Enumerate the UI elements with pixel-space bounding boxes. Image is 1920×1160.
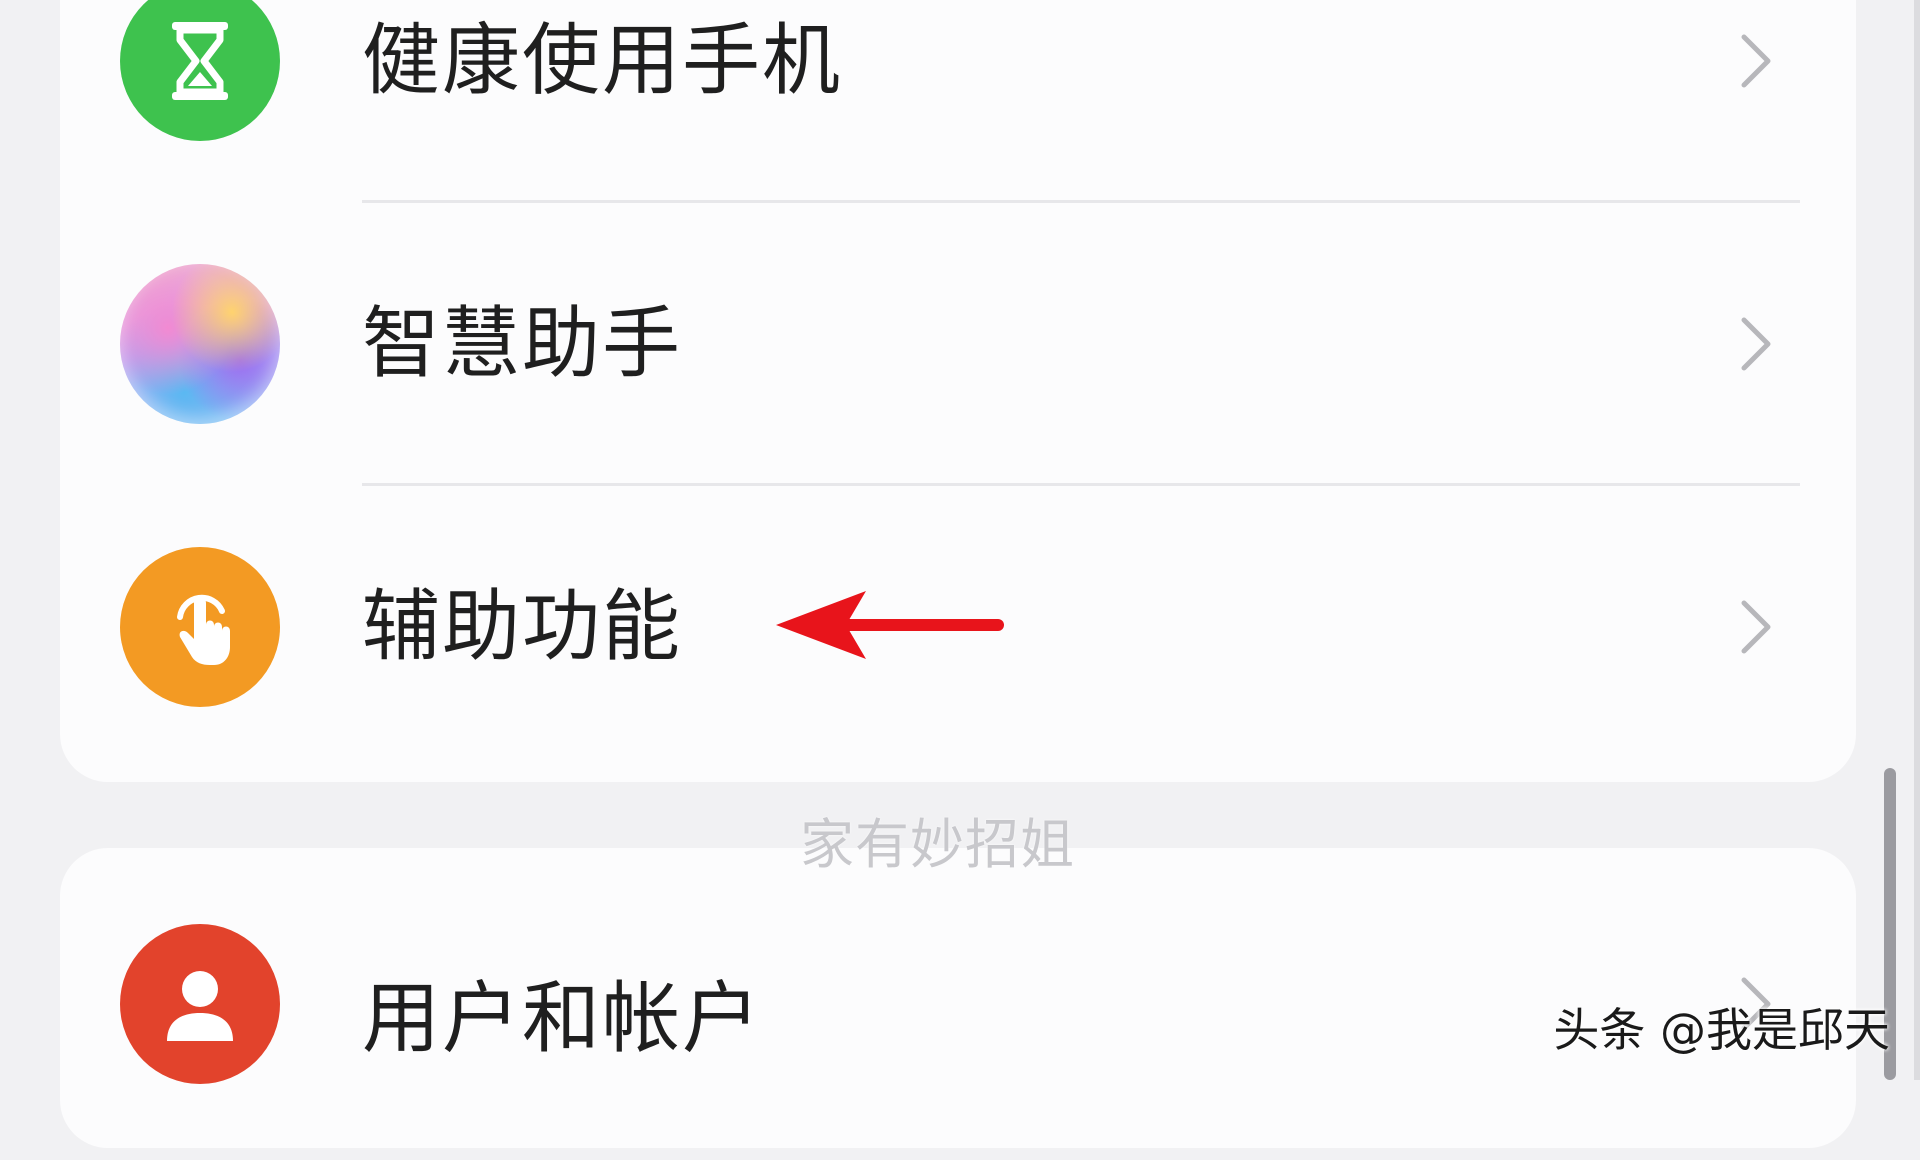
settings-item-users-accounts[interactable]: 用户和帐户	[60, 848, 1856, 1130]
source-credit: 头条 @我是邱天	[1553, 1003, 1890, 1057]
hourglass-icon	[120, 0, 280, 141]
settings-item-smart-assistant[interactable]: 智慧助手	[60, 203, 1856, 485]
chevron-right-icon	[1741, 600, 1771, 654]
chevron-right-icon	[1741, 317, 1771, 371]
settings-item-digital-balance[interactable]: 健康使用手机	[60, 0, 1856, 202]
chevron-right-icon	[1741, 34, 1771, 88]
user-icon	[120, 924, 280, 1084]
tap-hand-icon	[120, 547, 280, 707]
settings-item-label: 辅助功能	[362, 582, 683, 672]
screen-edge	[1914, 0, 1920, 1080]
assistant-orb-icon	[120, 264, 280, 424]
settings-item-label: 智慧助手	[362, 299, 683, 389]
settings-item-label: 用户和帐户	[362, 974, 763, 1064]
watermark-text: 家有妙招姐	[800, 813, 1075, 876]
settings-item-label: 健康使用手机	[362, 16, 843, 106]
red-arrow-annotation-icon	[776, 591, 1004, 659]
